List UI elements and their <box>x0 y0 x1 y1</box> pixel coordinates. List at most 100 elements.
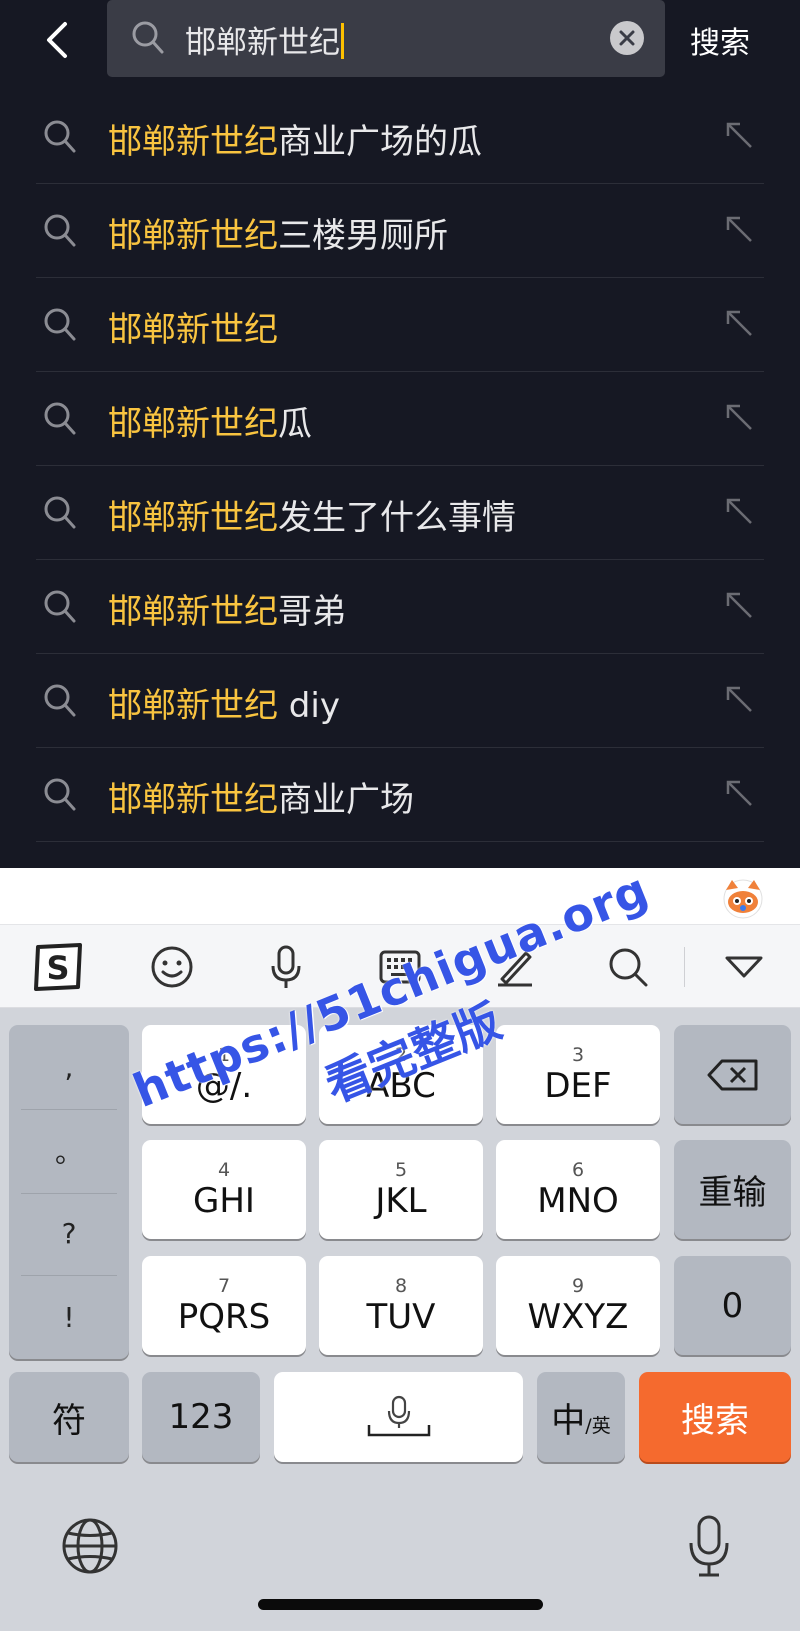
search-header: 邯郸新世纪 搜索 <box>0 0 800 90</box>
suggestion-item[interactable]: 邯郸新世纪哥弟 <box>0 560 800 654</box>
zh-label: 中 <box>551 1400 586 1441</box>
search-icon <box>44 120 76 153</box>
key-6[interactable]: 6 MNO <box>496 1140 660 1239</box>
key-label: TUV <box>366 1296 436 1337</box>
suggestion-text: 邯郸新世纪商业广场的瓜 <box>108 122 482 162</box>
retype-key[interactable]: 重输 <box>674 1140 791 1239</box>
space-mic-icon <box>367 1395 430 1437</box>
backspace-icon <box>707 1059 757 1090</box>
mascot-icon[interactable] <box>720 874 766 920</box>
key-9[interactable]: 9 WXYZ <box>496 1256 660 1355</box>
key-number: 2 <box>394 1043 408 1066</box>
suggestion-item[interactable]: 邯郸新世纪商业广场的瓜 <box>0 90 800 184</box>
key-5[interactable]: 5 JKL <box>319 1140 483 1239</box>
search-query: 邯郸新世纪 <box>185 17 344 62</box>
key-label: 0 <box>721 1285 744 1326</box>
search-icon <box>132 21 164 54</box>
chevron-left-icon <box>47 22 67 58</box>
key-label: JKL <box>375 1180 427 1221</box>
zero-key[interactable]: 0 <box>674 1256 791 1355</box>
numeric-key[interactable]: 123 <box>142 1372 260 1462</box>
divider <box>36 841 764 842</box>
search-go-key[interactable]: 搜索 <box>639 1372 791 1462</box>
clear-button[interactable] <box>610 21 644 55</box>
arrow-up-left-icon[interactable] <box>724 496 754 526</box>
space-key[interactable] <box>274 1372 523 1462</box>
keyboard: S , 。 ? ! 1 @/. 2 ABC 3 DEF 4 GHI 5 JKL … <box>0 868 800 1631</box>
suggestion-text: 邯郸新世纪 diy <box>108 686 340 726</box>
suggestion-item[interactable]: 邯郸新世纪瓜 <box>0 372 800 466</box>
arrow-up-left-icon[interactable] <box>724 214 754 244</box>
suggestion-text: 邯郸新世纪商业广场 <box>108 780 414 820</box>
key-label: GHI <box>193 1180 255 1221</box>
arrow-up-left-icon[interactable] <box>724 590 754 620</box>
handwriting-icon[interactable] <box>486 939 542 995</box>
key-number: 7 <box>217 1274 231 1297</box>
key-number: 1 <box>217 1043 231 1066</box>
key-label: 重输 <box>698 1173 767 1213</box>
back-button[interactable] <box>36 16 76 64</box>
search-icon <box>44 590 76 623</box>
search-icon <box>44 402 76 435</box>
key-8[interactable]: 8 TUV <box>319 1256 483 1355</box>
arrow-up-left-icon[interactable] <box>724 120 754 150</box>
punct-key[interactable]: ? <box>9 1191 129 1275</box>
voice-icon[interactable] <box>258 939 314 995</box>
punct-key[interactable]: , <box>9 1025 129 1109</box>
key-number: 6 <box>571 1158 585 1181</box>
punct-key[interactable]: ! <box>9 1275 129 1359</box>
arrow-up-left-icon[interactable] <box>724 684 754 714</box>
symbol-key[interactable]: 符 <box>9 1372 129 1462</box>
key-number: 3 <box>571 1043 585 1066</box>
key-number: 4 <box>217 1158 231 1181</box>
search-icon <box>44 684 76 717</box>
search-icon <box>44 214 76 247</box>
suggestion-text: 邯郸新世纪三楼男厕所 <box>108 216 448 256</box>
search-icon <box>44 496 76 529</box>
key-number: 5 <box>394 1158 408 1181</box>
key-label: MNO <box>537 1180 619 1221</box>
toolbar-divider <box>684 947 685 987</box>
suggestion-item[interactable]: 邯郸新世纪 <box>0 278 800 372</box>
suggestion-item[interactable]: 邯郸新世纪三楼男厕所 <box>0 184 800 278</box>
key-2[interactable]: 2 ABC <box>319 1025 483 1124</box>
suggestion-item[interactable]: 邯郸新世纪发生了什么事情 <box>0 466 800 560</box>
text-caret <box>341 23 344 59</box>
key-3[interactable]: 3 DEF <box>496 1025 660 1124</box>
key-1[interactable]: 1 @/. <box>142 1025 306 1124</box>
key-label: 123 <box>168 1397 234 1437</box>
backspace-key[interactable] <box>674 1025 791 1124</box>
punct-key[interactable]: 。 <box>9 1109 129 1193</box>
suggestion-item[interactable]: 邯郸新世纪商业广场 <box>0 748 800 842</box>
suggestion-text: 邯郸新世纪瓜 <box>108 404 312 444</box>
suggestion-item[interactable]: 邯郸新世纪 diy <box>0 654 800 748</box>
globe-icon[interactable] <box>60 1516 120 1576</box>
arrow-up-left-icon[interactable] <box>724 778 754 808</box>
search-icon[interactable] <box>600 939 656 995</box>
sogou-logo-icon[interactable]: S <box>30 939 86 995</box>
key-label: WXYZ <box>527 1296 629 1337</box>
key-number: 9 <box>571 1274 585 1297</box>
close-icon <box>619 30 635 46</box>
suggestion-text: 邯郸新世纪 <box>108 310 278 350</box>
punctuation-column: , 。 ? ! <box>9 1025 129 1359</box>
keyboard-top-bar <box>0 868 800 925</box>
language-toggle-key[interactable]: 中/英 <box>537 1372 625 1462</box>
search-button[interactable]: 搜索 <box>690 18 750 62</box>
key-7[interactable]: 7 PQRS <box>142 1256 306 1355</box>
arrow-up-left-icon[interactable] <box>724 402 754 432</box>
suggestion-text: 邯郸新世纪发生了什么事情 <box>108 498 516 538</box>
search-input[interactable]: 邯郸新世纪 <box>107 0 665 77</box>
key-label: PQRS <box>177 1296 271 1337</box>
emoji-icon[interactable] <box>144 939 200 995</box>
keyboard-icon[interactable] <box>372 939 428 995</box>
microphone-icon[interactable] <box>686 1514 732 1578</box>
collapse-icon[interactable] <box>716 939 772 995</box>
svg-text:S: S <box>46 949 69 987</box>
home-indicator[interactable] <box>258 1599 543 1610</box>
arrow-up-left-icon[interactable] <box>724 308 754 338</box>
key-4[interactable]: 4 GHI <box>142 1140 306 1239</box>
en-label: /英 <box>585 1414 611 1437</box>
keyboard-toolbar: S <box>0 925 800 1008</box>
key-number: 8 <box>394 1274 408 1297</box>
